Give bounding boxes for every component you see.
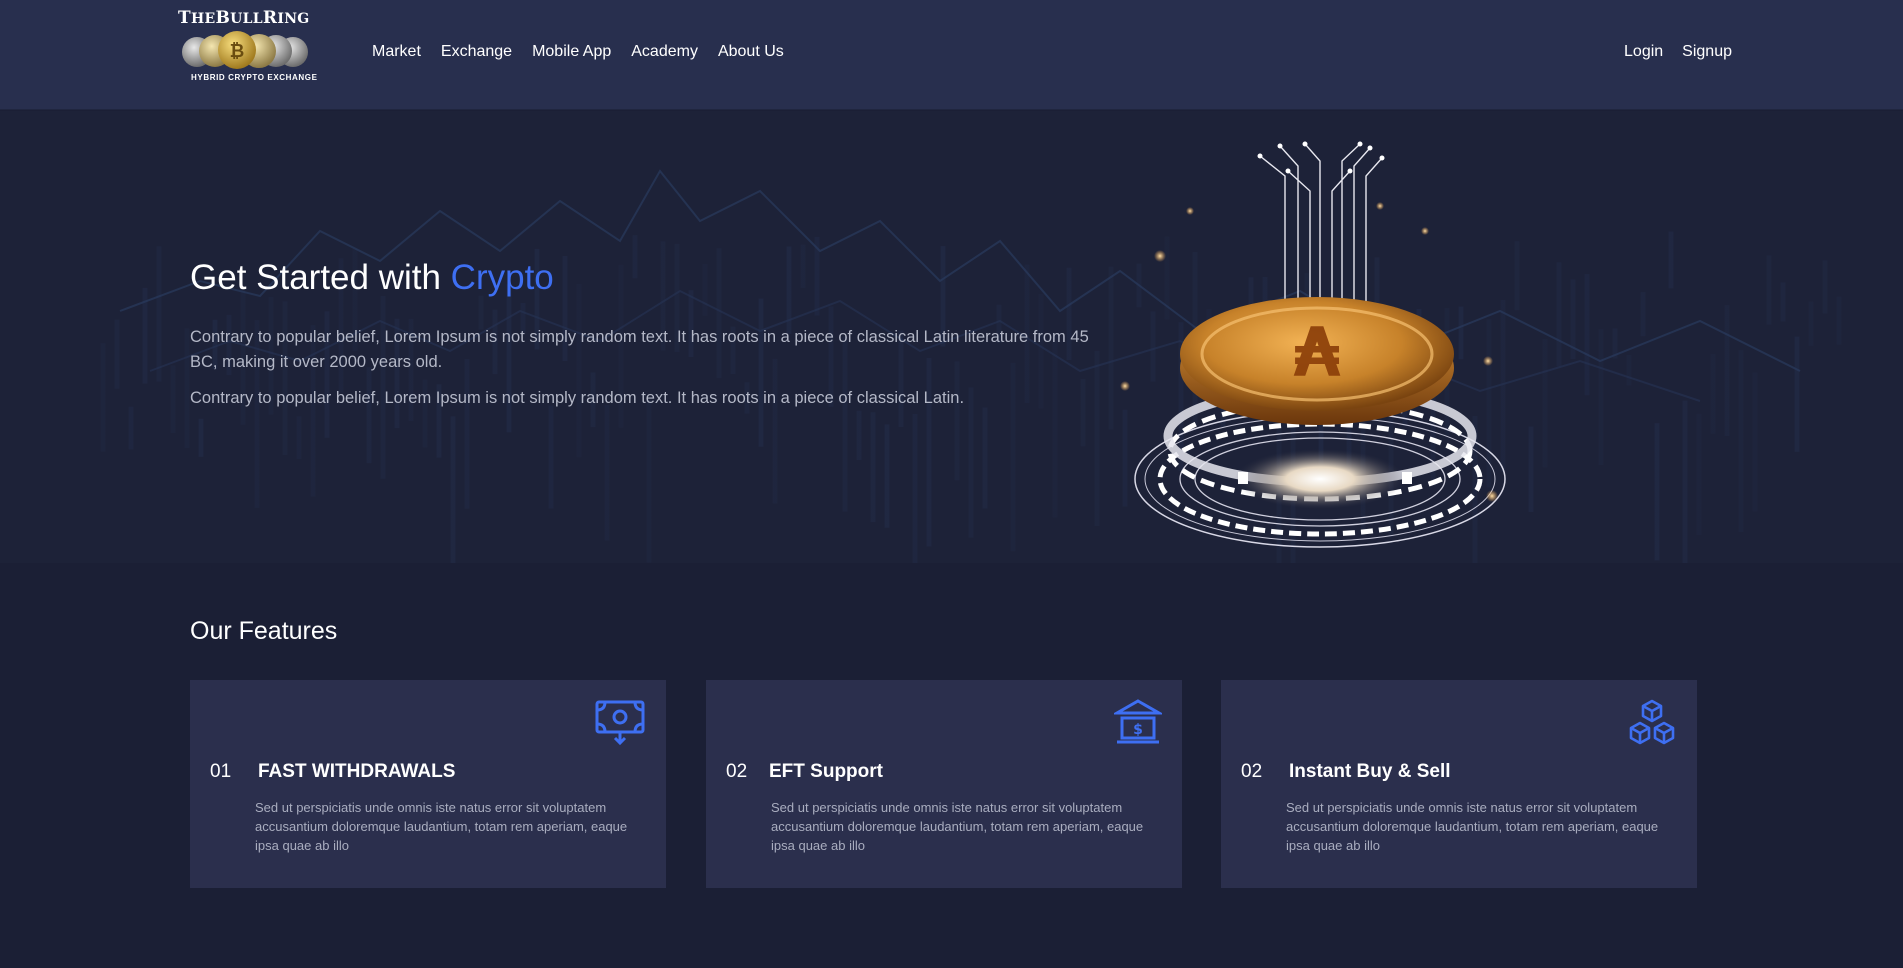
background-candle	[884, 424, 890, 528]
background-candle	[870, 412, 876, 523]
background-candle	[1836, 296, 1842, 345]
background-candle	[1598, 329, 1604, 466]
svg-text:$: $	[1133, 722, 1143, 738]
background-candle	[1584, 274, 1590, 396]
background-candle	[1682, 400, 1688, 563]
auth-links: Login Signup	[1605, 43, 1732, 61]
background-candle	[1724, 305, 1730, 437]
feature-description: Sed ut perspiciatis unde omnis iste natu…	[255, 800, 628, 853]
background-candle	[1822, 260, 1828, 314]
logo-tagline: HYBRID CRYPTO EXCHANGE	[191, 73, 318, 82]
background-candle	[1766, 255, 1772, 325]
money-withdraw-icon	[595, 700, 645, 746]
background-candle	[450, 416, 456, 563]
background-candle	[1752, 372, 1758, 512]
features-heading: Our Features	[190, 617, 338, 645]
hero-heading-accent: Crypto	[450, 258, 554, 297]
background-candle	[604, 404, 610, 541]
background-candle	[464, 359, 470, 509]
bank-icon: $	[1114, 699, 1162, 744]
feature-description: Sed ut perspiciatis unde omnis iste natu…	[1286, 800, 1659, 853]
background-candle	[128, 406, 134, 450]
background-candle	[702, 263, 708, 316]
logo-wordmark: THEBULLRING	[178, 8, 310, 28]
background-candle	[100, 343, 106, 452]
background-candle	[1556, 262, 1562, 367]
background-candle	[1794, 336, 1800, 452]
background-candle	[296, 416, 302, 459]
background-candle	[1654, 423, 1660, 561]
main-nav: Market Exchange Mobile App Academy About…	[372, 43, 804, 61]
coins-stack-icon: ₿	[182, 31, 308, 69]
hero-section: Get Started with Crypto Contrary to popu…	[0, 111, 1903, 563]
feature-description: Sed ut perspiciatis unde omnis iste natu…	[771, 800, 1144, 853]
background-candle	[1710, 354, 1716, 434]
background-candle	[198, 418, 204, 457]
background-candle	[156, 246, 162, 382]
background-candle	[646, 399, 652, 563]
background-candle	[1528, 426, 1534, 512]
hero-paragraph-1: Contrary to popular belief, Lorem Ipsum …	[190, 328, 1089, 371]
nav-exchange[interactable]: Exchange	[441, 43, 512, 61]
svg-text:₿: ₿	[230, 41, 245, 62]
background-candle	[982, 407, 988, 509]
background-candle	[114, 319, 120, 389]
feature-title: FAST WITHDRAWALS	[258, 761, 456, 782]
brand-logo[interactable]: THEBULLRING ₿ HYBRID CRYPTO EXCHANGE	[178, 8, 326, 84]
feature-number: 02	[726, 761, 748, 782]
background-candle	[548, 405, 554, 509]
nav-academy[interactable]: Academy	[631, 43, 698, 61]
background-candle	[912, 413, 918, 563]
background-candle	[1808, 301, 1814, 346]
background-candle	[1108, 266, 1114, 430]
background-candle	[1542, 339, 1548, 468]
background-candle	[800, 244, 806, 288]
background-candle	[1738, 350, 1744, 532]
feature-number: 02	[1241, 761, 1263, 782]
background-candle	[1094, 350, 1100, 527]
top-header: THEBULLRING ₿ HYBRID CRYPTO EXCHANGE Mar…	[0, 0, 1903, 110]
background-candle	[170, 365, 176, 434]
background-candle	[856, 410, 862, 461]
nav-mobile-app[interactable]: Mobile App	[532, 43, 611, 61]
feature-card-withdrawals: 01 FAST WITHDRAWALS Sed ut perspiciatis …	[190, 680, 666, 888]
background-candle	[366, 367, 372, 464]
background-candle	[1626, 354, 1632, 386]
login-link[interactable]: Login	[1624, 43, 1663, 61]
nav-about-us[interactable]: About Us	[718, 43, 784, 61]
feature-title: EFT Support	[769, 761, 883, 782]
background-candle	[1696, 413, 1702, 535]
feature-title: Instant Buy & Sell	[1289, 761, 1451, 782]
blocks-icon	[1629, 699, 1675, 745]
feature-card-instant-buy-sell: 02 Instant Buy & Sell Sed ut perspiciati…	[1221, 680, 1697, 888]
svg-text:₳: ₳	[1293, 314, 1340, 393]
feature-number: 01	[210, 761, 232, 782]
crypto-coin-illustration: ₳	[1120, 141, 1506, 548]
nav-market[interactable]: Market	[372, 43, 421, 61]
hero-heading: Get Started with Crypto	[190, 258, 554, 297]
hero-paragraph-2: Contrary to popular belief, Lorem Ipsum …	[190, 389, 965, 407]
background-candle	[632, 235, 638, 279]
signup-link[interactable]: Signup	[1682, 43, 1732, 61]
feature-card-eft-support: $ 02 EFT Support Sed ut perspiciatis und…	[706, 680, 1182, 888]
background-candle	[1780, 282, 1786, 322]
background-candle	[772, 358, 778, 504]
background-candle	[1668, 231, 1674, 289]
background-candle	[1640, 292, 1646, 337]
background-candle	[954, 361, 960, 481]
